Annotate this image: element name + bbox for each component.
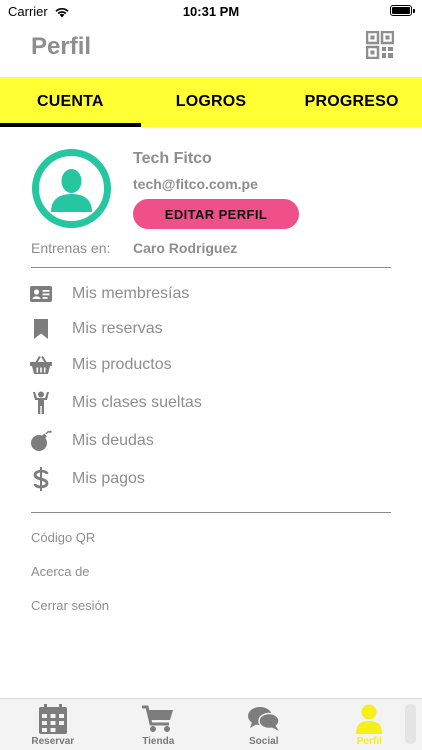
bottom-nav: Reservar Tienda Social Perfil: [0, 698, 422, 750]
menu-item-label: Mis productos: [72, 356, 172, 373]
menu-item-label: Mis deudas: [72, 432, 154, 449]
nav-label: Social: [249, 736, 279, 747]
divider: [31, 267, 391, 268]
menu-item-membresias[interactable]: Mis membresías: [0, 277, 422, 311]
page-title: Perfil: [31, 33, 92, 60]
nav-item-reservar[interactable]: Reservar: [0, 699, 106, 750]
nav-label: Tienda: [142, 736, 175, 747]
menu-item-label: Mis clases sueltas: [72, 394, 202, 411]
menu-item-reservas[interactable]: Mis reservas: [0, 312, 422, 346]
tab-logros[interactable]: LOGROS: [141, 77, 282, 127]
menu-item-label: Mis reservas: [72, 320, 163, 337]
cart-icon: [142, 703, 174, 735]
about-link[interactable]: Acerca de: [31, 564, 90, 579]
menu-item-clases-sueltas[interactable]: Mis clases sueltas: [0, 386, 422, 420]
qr-code-icon[interactable]: [365, 30, 395, 60]
basket-icon: [29, 353, 53, 377]
tab-progreso[interactable]: PROGRESO: [281, 77, 422, 127]
user-icon: [356, 703, 383, 735]
qr-code-link[interactable]: Código QR: [31, 530, 95, 545]
menu-item-label: Mis membresías: [72, 285, 190, 302]
tab-cuenta[interactable]: CUENTA: [0, 77, 141, 127]
edit-profile-button[interactable]: EDITAR PERFIL: [133, 199, 299, 229]
bookmark-icon: [29, 317, 53, 341]
menu-item-productos[interactable]: Mis productos: [0, 348, 422, 382]
nav-label: Reservar: [31, 736, 75, 747]
menu-item-label: Mis pagos: [72, 470, 145, 487]
battery-icon: [390, 5, 415, 16]
nav-item-tienda[interactable]: Tienda: [106, 699, 212, 750]
divider: [31, 512, 391, 513]
bomb-icon: [29, 429, 53, 453]
trainer-label: Entrenas en:: [31, 240, 111, 256]
clock: 10:31 PM: [182, 4, 240, 19]
user-silhouette-icon: [51, 169, 92, 212]
avatar[interactable]: [32, 149, 111, 228]
menu-item-deudas[interactable]: Mis deudas: [0, 424, 422, 458]
nav-item-social[interactable]: Social: [211, 699, 317, 750]
scrollbar[interactable]: [405, 704, 416, 744]
tab-bar: CUENTA LOGROS PROGRESO: [0, 77, 422, 127]
chat-bubbles-icon: [247, 703, 280, 735]
dollar-icon: [29, 467, 53, 491]
header: Perfil: [0, 22, 422, 77]
user-email: tech@fitco.com.pe: [133, 176, 258, 192]
status-bar: Carrier 10:31 PM: [0, 0, 422, 22]
trainer-name: Caro Rodriguez: [133, 240, 238, 256]
user-name: Tech Fitco: [133, 150, 212, 167]
menu-item-pagos[interactable]: Mis pagos: [0, 462, 422, 496]
logout-link[interactable]: Cerrar sesión: [31, 598, 109, 613]
nav-label: Perfil: [356, 736, 382, 747]
person-arms-up-icon: [29, 391, 53, 415]
calendar-icon: [38, 703, 67, 735]
id-card-icon: [29, 282, 53, 306]
